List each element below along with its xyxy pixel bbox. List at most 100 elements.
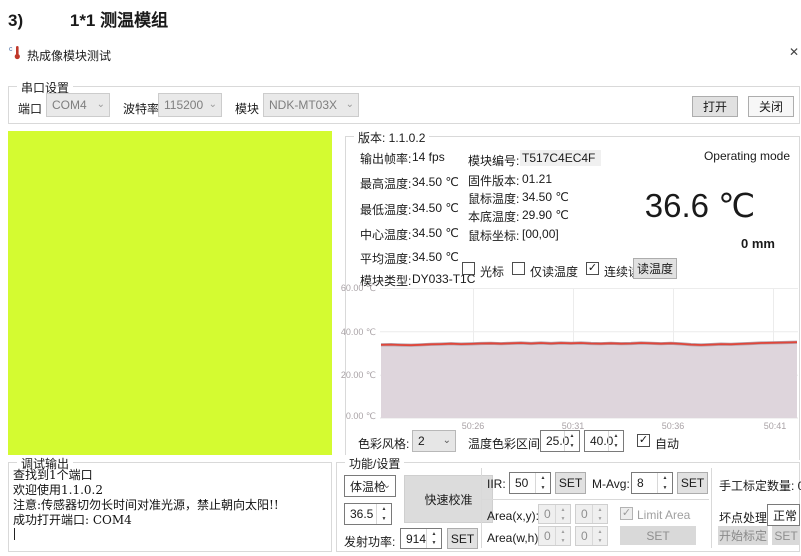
operating-mode-text: Operating mode xyxy=(630,149,790,163)
area-wh-label: Area(w,h): xyxy=(487,531,542,545)
center-temp-value: 34.50 ℃ xyxy=(412,226,459,240)
calib-set-button[interactable]: SET xyxy=(772,526,800,545)
spin-up-icon: ▲ xyxy=(565,431,579,441)
port-select[interactable]: COM4 ⌄ xyxy=(46,93,110,117)
background-temp-value: 29.90 ℃ xyxy=(522,208,569,222)
module-id-value: T517C4EC4F xyxy=(520,150,601,166)
chevron-down-icon: ⌄ xyxy=(97,99,105,110)
emit-power-set-button[interactable]: SET xyxy=(447,528,478,549)
y-tick-0: 0.00 ℃ xyxy=(316,411,376,422)
x-tick-1: 50:26 xyxy=(453,421,493,431)
divider xyxy=(711,468,712,548)
spin-up-icon: ▲ xyxy=(556,527,570,536)
spin-up-icon: ▲ xyxy=(556,505,570,514)
divider xyxy=(481,468,482,548)
spin-down-icon: ▼ xyxy=(609,441,623,451)
firmware-label: 固件版本: xyxy=(468,172,519,189)
avg-temp-value: 34.50 ℃ xyxy=(412,250,459,264)
badpixel-label: 坏点处理: xyxy=(719,509,770,526)
start-calib-button[interactable]: 开始标定 xyxy=(718,526,768,545)
area-y-spinner[interactable]: 0 ▲▼ xyxy=(575,504,608,524)
body-temp-spinner[interactable]: 36.5 ▲▼ xyxy=(344,503,392,525)
port-label: 端口 xyxy=(18,100,42,117)
limit-area-checkbox[interactable]: ✓ xyxy=(620,507,633,520)
temp-color-range-label: 温度色彩区间: xyxy=(468,435,543,452)
chevron-down-icon: ⌄ xyxy=(346,99,354,110)
manual-calib-count: 手工标定数量: 0 | 0 xyxy=(719,477,801,494)
mouse-coord-label: 鼠标坐标: xyxy=(468,227,519,244)
y-tick-40: 40.00 ℃ xyxy=(316,327,376,338)
x-tick-4: 50:41 xyxy=(755,421,795,431)
emit-power-spinner[interactable]: 914 ▲▼ xyxy=(400,528,442,549)
thermal-image-view[interactable] xyxy=(8,131,332,455)
spin-down-icon: ▼ xyxy=(427,539,441,549)
center-temp-label: 中心温度: xyxy=(360,226,411,243)
baud-label: 波特率 xyxy=(123,100,159,117)
thermometer-icon: c xyxy=(9,45,22,60)
mavg-set-button[interactable]: SET xyxy=(677,472,708,494)
auto-checkbox[interactable]: ✓ xyxy=(637,434,650,447)
module-label: 模块 xyxy=(235,100,259,117)
module-select[interactable]: NDK-MT03X ⌄ xyxy=(263,93,359,117)
spin-up-icon: ▲ xyxy=(427,529,441,539)
functions-group-title: 功能/设置 xyxy=(345,455,404,472)
area-xy-label: Area(x,y): xyxy=(487,509,539,523)
chevron-down-icon: ⌄ xyxy=(443,435,451,446)
spin-down-icon: ▼ xyxy=(536,483,550,493)
cursor-checkbox-label: 光标 xyxy=(480,263,504,280)
page-title: 1*1 测温模组 xyxy=(70,11,168,30)
background-temp-label: 本底温度: xyxy=(468,208,519,225)
limit-area-label: Limit Area xyxy=(637,508,690,522)
area-x-spinner[interactable]: 0 ▲▼ xyxy=(538,504,571,524)
min-temp-label: 最低温度: xyxy=(360,201,411,218)
heading-number: 3) xyxy=(8,11,23,30)
area-set-button[interactable]: SET xyxy=(620,526,696,545)
close-button[interactable]: 关闭 xyxy=(748,96,794,117)
spin-up-icon: ▲ xyxy=(536,473,550,483)
y-tick-20: 20.00 ℃ xyxy=(316,370,376,381)
iir-spinner[interactable]: 50 ▲▼ xyxy=(509,472,551,494)
read-only-checkbox[interactable]: ✓ xyxy=(512,262,525,275)
read-temp-button[interactable]: 读温度 xyxy=(633,258,677,279)
text-caret xyxy=(14,528,15,540)
mavg-spinner[interactable]: 8 ▲▼ xyxy=(631,472,673,494)
measure-mode-select[interactable]: 体温枪 ⌄ xyxy=(344,475,396,497)
spin-down-icon: ▼ xyxy=(556,514,570,523)
divider xyxy=(482,499,709,500)
iir-label: IIR: xyxy=(487,477,506,491)
max-temp-label: 最高温度: xyxy=(360,175,411,192)
mouse-coord-value: [00,00] xyxy=(522,227,559,241)
range-max-spinner[interactable]: 40.0 ▲▼ xyxy=(584,430,624,452)
spin-down-icon: ▼ xyxy=(377,514,391,524)
y-tick-60: 60.00 ℃ xyxy=(316,283,376,294)
temp-chart-svg[interactable] xyxy=(380,288,798,419)
open-button[interactable]: 打开 xyxy=(692,96,738,117)
color-style-select[interactable]: 2 ⌄ xyxy=(412,430,456,452)
read-only-checkbox-label: 仅读温度 xyxy=(530,263,578,280)
avg-temp-label: 平均温度: xyxy=(360,250,411,267)
area-h-spinner[interactable]: 0 ▲▼ xyxy=(575,526,608,546)
mavg-label: M-Avg: xyxy=(592,477,630,491)
debug-output-text[interactable]: 查找到1个端口 欢迎使用1.1.0.2 注意:传感器切勿长时间对准光源，禁止朝向… xyxy=(13,468,323,528)
chevron-down-icon: ⌄ xyxy=(209,99,217,110)
badpixel-select[interactable]: 正常 ⌄ xyxy=(767,504,800,526)
continuous-read-checkbox[interactable]: ✓ xyxy=(586,262,599,275)
spin-down-icon: ▼ xyxy=(593,514,607,523)
big-temperature-display: 36.6 ℃ xyxy=(620,186,780,225)
spin-up-icon: ▲ xyxy=(593,505,607,514)
cursor-checkbox[interactable]: ✓ xyxy=(462,262,475,275)
window-title: 热成像模块测试 xyxy=(27,47,111,64)
svg-text:c: c xyxy=(9,46,13,53)
spin-up-icon: ▲ xyxy=(609,431,623,441)
auto-checkbox-label: 自动 xyxy=(655,435,679,452)
emit-power-label: 发射功率: xyxy=(344,533,395,550)
quick-calibrate-button[interactable]: 快速校准 xyxy=(404,475,493,523)
baud-select[interactable]: 115200 ⌄ xyxy=(158,93,222,117)
iir-set-button[interactable]: SET xyxy=(555,472,586,494)
close-icon[interactable]: ✕ xyxy=(789,45,799,59)
mouse-temp-value: 34.50 ℃ xyxy=(522,190,569,204)
range-min-spinner[interactable]: 25.0 ▲▼ xyxy=(540,430,580,452)
color-style-label: 色彩风格: xyxy=(358,435,409,452)
module-id-label: 模块编号: xyxy=(468,152,519,169)
area-w-spinner[interactable]: 0 ▲▼ xyxy=(538,526,571,546)
